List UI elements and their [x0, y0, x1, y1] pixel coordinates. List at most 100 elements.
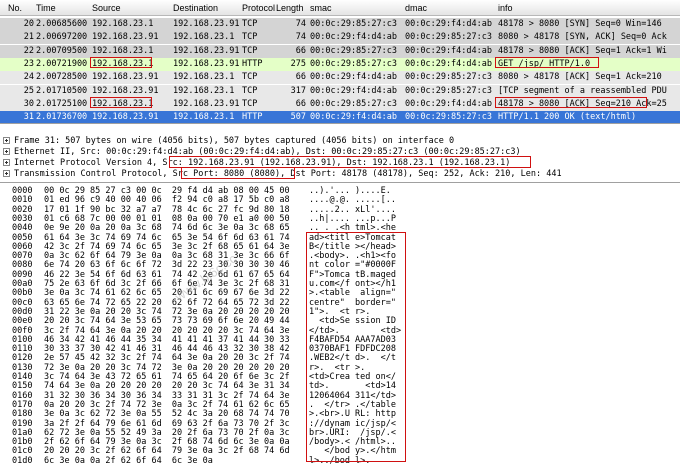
hex-ascii: l>../bod l>. — [309, 455, 371, 466]
cell-dmac: 00:0c:29:f4:d4:ab — [405, 98, 492, 109]
detail-frame[interactable]: Frame 31: 507 bytes on wire (4056 bits),… — [0, 136, 454, 147]
cell-info: HTTP/1.1 200 OK (text/html) — [498, 112, 637, 123]
hex-bytes: 6c 3e 0a 0a 2f 62 6f 64 6c 3e 0a — [44, 455, 213, 466]
cell-source: 192.168.23.1 — [92, 19, 154, 29]
col-header-info[interactable]: info — [498, 3, 513, 13]
cell-no: 31 — [23, 112, 34, 123]
cell-info: 48178 > 8080 [SYN] Seq=0 Win=146 — [498, 19, 662, 29]
cell-protocol: TCP — [242, 98, 258, 109]
detail-ethernet[interactable]: Ethernet II, Src: 00:0c:29:f4:d4:ab (00:… — [0, 147, 521, 158]
packet-detail-pane: Frame 31: 507 bytes on wire (4056 bits),… — [0, 133, 680, 183]
cell-destination: 192.168.23.1 — [173, 85, 235, 96]
expand-icon[interactable] — [3, 137, 10, 144]
cell-no: 20 — [23, 19, 34, 29]
cell-protocol: TCP — [242, 85, 258, 96]
col-header-smac[interactable]: smac — [310, 3, 332, 13]
cell-time: 2.01725100 — [36, 98, 88, 109]
cell-dmac: 00:0c:29:85:27:c3 — [405, 32, 492, 43]
expand-icon[interactable] — [3, 148, 10, 155]
cell-length: 74 — [295, 19, 306, 29]
cell-time: 2.00721900 — [36, 58, 88, 69]
cell-protocol: TCP — [242, 32, 258, 43]
cell-destination: 192.168.23.1 — [173, 32, 235, 43]
cell-info: 48178 > 8080 [ACK] Seq=1 Ack=1 Wi — [498, 45, 667, 56]
expand-icon[interactable] — [3, 170, 10, 177]
packet-row[interactable]: 20 2.00685600 192.168.23.1 192.168.23.91 TCP… — [0, 18, 680, 31]
cell-destination: 192.168.23.91 — [173, 45, 240, 56]
cell-source: 192.168.23.1 — [92, 98, 154, 109]
cell-source: 192.168.23.1 — [92, 45, 154, 56]
cell-protocol: TCP — [242, 72, 258, 83]
cell-info: 8080 > 48178 [ACK] Seq=1 Ack=210 — [498, 72, 662, 83]
cell-dmac: 00:0c:29:f4:d4:ab — [405, 45, 492, 56]
cell-smac: 00:0c:29:85:27:c3 — [310, 45, 397, 56]
packet-row[interactable]: 24 2.00728500 192.168.23.91 192.168.23.1 TCP… — [0, 71, 680, 85]
packet-row[interactable]: 30 2.01725100 192.168.23.1 192.168.23.91 TCP… — [0, 97, 680, 111]
cell-time: 2.00728500 — [36, 72, 88, 83]
cell-info: 48178 > 8080 [ACK] Seq=210 Ack=25 — [498, 98, 667, 109]
cell-length: 66 — [295, 45, 306, 56]
packet-row[interactable]: 25 2.01710500 192.168.23.91 192.168.23.1 TCP… — [0, 84, 680, 98]
cell-source: 192.168.23.91 — [92, 85, 159, 96]
cell-destination: 192.168.23.91 — [173, 58, 240, 69]
packet-bytes-pane[interactable]: 0000 00 0c 29 85 27 c3 00 0c 29 f4 d4 ab … — [0, 184, 680, 467]
cell-time: 2.01710500 — [36, 85, 88, 96]
packet-row[interactable]: 23 2.00721900 192.168.23.1 192.168.23.91 HTT… — [0, 57, 680, 71]
cell-dmac: 00:0c:29:f4:d4:ab — [405, 58, 492, 69]
cell-source: 192.168.23.91 — [92, 72, 159, 83]
cell-info: 8080 > 48178 [SYN, ACK] Seq=0 Ack — [498, 32, 667, 43]
detail-ip[interactable]: Internet Protocol Version 4, Src: 192.16… — [0, 158, 510, 169]
cell-source: 192.168.23.91 — [92, 32, 159, 43]
col-header-protocol[interactable]: Protocol — [242, 3, 275, 13]
col-header-length[interactable]: Length — [276, 3, 304, 13]
cell-time: 2.01736700 — [36, 112, 88, 123]
cell-protocol: TCP — [242, 19, 258, 29]
cell-smac: 00:0c:29:f4:d4:ab — [310, 32, 397, 43]
cell-length: 275 — [290, 58, 306, 69]
cell-smac: 00:0c:29:85:27:c3 — [310, 58, 397, 69]
col-header-dmac[interactable]: dmac — [405, 3, 427, 13]
cell-no: 24 — [23, 72, 34, 83]
cell-info: [TCP segment of a reassembled PDU — [498, 85, 667, 96]
cell-length: 66 — [295, 72, 306, 83]
cell-destination: 192.168.23.91 — [173, 98, 240, 109]
cell-no: 23 — [23, 58, 34, 69]
col-header-destination[interactable]: Destination — [173, 3, 218, 13]
packet-list[interactable]: No. Time Source Destination Protocol Len… — [0, 0, 680, 124]
cell-destination: 192.168.23.91 — [173, 19, 240, 29]
packet-row[interactable]: 22 2.00709500 192.168.23.1 192.168.23.91 TCP… — [0, 44, 680, 58]
cell-smac: 00:0c:29:f4:d4:ab — [310, 72, 397, 83]
detail-tcp[interactable]: Transmission Control Protocol, Src Port:… — [0, 169, 562, 180]
cell-source: 192.168.23.1 — [92, 58, 154, 69]
cell-no: 25 — [23, 85, 34, 96]
cell-time: 2.00709500 — [36, 45, 88, 56]
expand-icon[interactable] — [3, 159, 10, 166]
cell-smac: 00:0c:29:85:27:c3 — [310, 19, 397, 29]
packet-list-header: No. Time Source Destination Protocol Len… — [0, 0, 680, 16]
cell-smac: 00:0c:29:85:27:c3 — [310, 98, 397, 109]
cell-no: 22 — [23, 45, 34, 56]
cell-smac: 00:0c:29:f4:d4:ab — [310, 112, 397, 123]
cell-info: GET /jsp/ HTTP/1.0 — [498, 58, 591, 69]
cell-length: 74 — [295, 32, 306, 43]
cell-protocol: HTTP — [242, 112, 263, 123]
cell-no: 30 — [23, 98, 34, 109]
cell-dmac: 00:0c:29:f4:d4:ab — [405, 19, 492, 29]
cell-length: 507 — [290, 112, 306, 123]
packet-row[interactable]: 31 2.01736700 192.168.23.91 192.168.23.1 HTT… — [0, 111, 680, 123]
cell-no: 21 — [23, 32, 34, 43]
col-header-source[interactable]: Source — [92, 3, 121, 13]
col-header-no[interactable]: No. — [8, 3, 22, 13]
col-header-time[interactable]: Time — [36, 3, 56, 13]
cell-time: 2.00685600 — [36, 19, 88, 29]
cell-protocol: TCP — [242, 45, 258, 56]
cell-destination: 192.168.23.1 — [173, 112, 235, 123]
cell-time: 2.00697200 — [36, 32, 88, 43]
cell-dmac: 00:0c:29:85:27:c3 — [405, 72, 492, 83]
cell-source: 192.168.23.91 — [92, 112, 159, 123]
cell-length: 317 — [290, 85, 306, 96]
packet-row[interactable]: 21 2.00697200 192.168.23.91 192.168.23.1 TCP… — [0, 31, 680, 45]
cell-length: 66 — [295, 98, 306, 109]
cell-destination: 192.168.23.1 — [173, 72, 235, 83]
cell-smac: 00:0c:29:f4:d4:ab — [310, 85, 397, 96]
